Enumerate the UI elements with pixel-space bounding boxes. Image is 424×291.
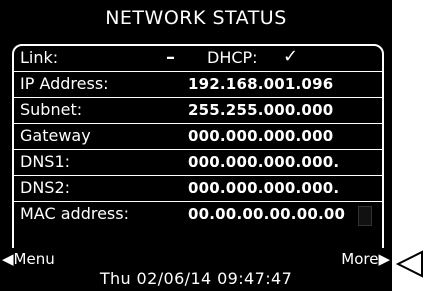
dns1-value: 000.000.000.000.: [188, 153, 340, 171]
date-time: Thu 02/06/14 09:47:47: [99, 269, 293, 288]
menu-softkey[interactable]: ◀Menu: [2, 250, 55, 268]
ip-address-row: IP Address: 192.168.001.096: [14, 72, 382, 98]
dns2-value: 000.000.000.000.: [188, 179, 340, 197]
subnet-value: 255.255.000.000: [188, 101, 334, 119]
network-status-screen: NETWORK STATUS Link: – DHCP: ✓ IP Addres…: [0, 0, 392, 291]
more-softkey[interactable]: More▶: [341, 250, 390, 268]
link-label: Link:: [20, 48, 59, 67]
mac-address-value: 00.00.00.00.00.00: [188, 205, 346, 223]
cursor-block: [358, 206, 372, 226]
subnet-label: Subnet:: [20, 100, 83, 119]
mac-address-row: MAC address: 00.00.00.00.00.00: [14, 202, 382, 228]
dns2-label: DNS2:: [20, 178, 71, 197]
network-status-panel: Link: – DHCP: ✓ IP Address: 192.168.001.…: [12, 44, 384, 272]
ip-address-label: IP Address:: [20, 74, 109, 93]
link-state-dash-icon: –: [166, 47, 175, 68]
subnet-row: Subnet: 255.255.000.000: [14, 98, 382, 124]
dhcp-check-icon: ✓: [283, 46, 299, 67]
gateway-row: Gateway 000.000.000.000: [14, 124, 382, 150]
mac-address-label: MAC address:: [20, 204, 129, 223]
dns2-row: DNS2: 000.000.000.000.: [14, 176, 382, 202]
dns1-row: DNS1: 000.000.000.000.: [14, 150, 382, 176]
gateway-label: Gateway: [20, 126, 91, 145]
gateway-value: 000.000.000.000: [188, 127, 334, 145]
ip-address-value: 192.168.001.096: [188, 75, 334, 93]
outline-triangle-pointer-icon: [395, 250, 423, 278]
footer-bar: ◀Menu More▶ Thu 02/06/14 09:47:47: [0, 248, 392, 291]
dhcp-label: DHCP:: [207, 48, 258, 67]
dns1-label: DNS1:: [20, 152, 71, 171]
page-title: NETWORK STATUS: [105, 7, 287, 29]
link-dhcp-row: Link: – DHCP: ✓: [14, 46, 382, 72]
